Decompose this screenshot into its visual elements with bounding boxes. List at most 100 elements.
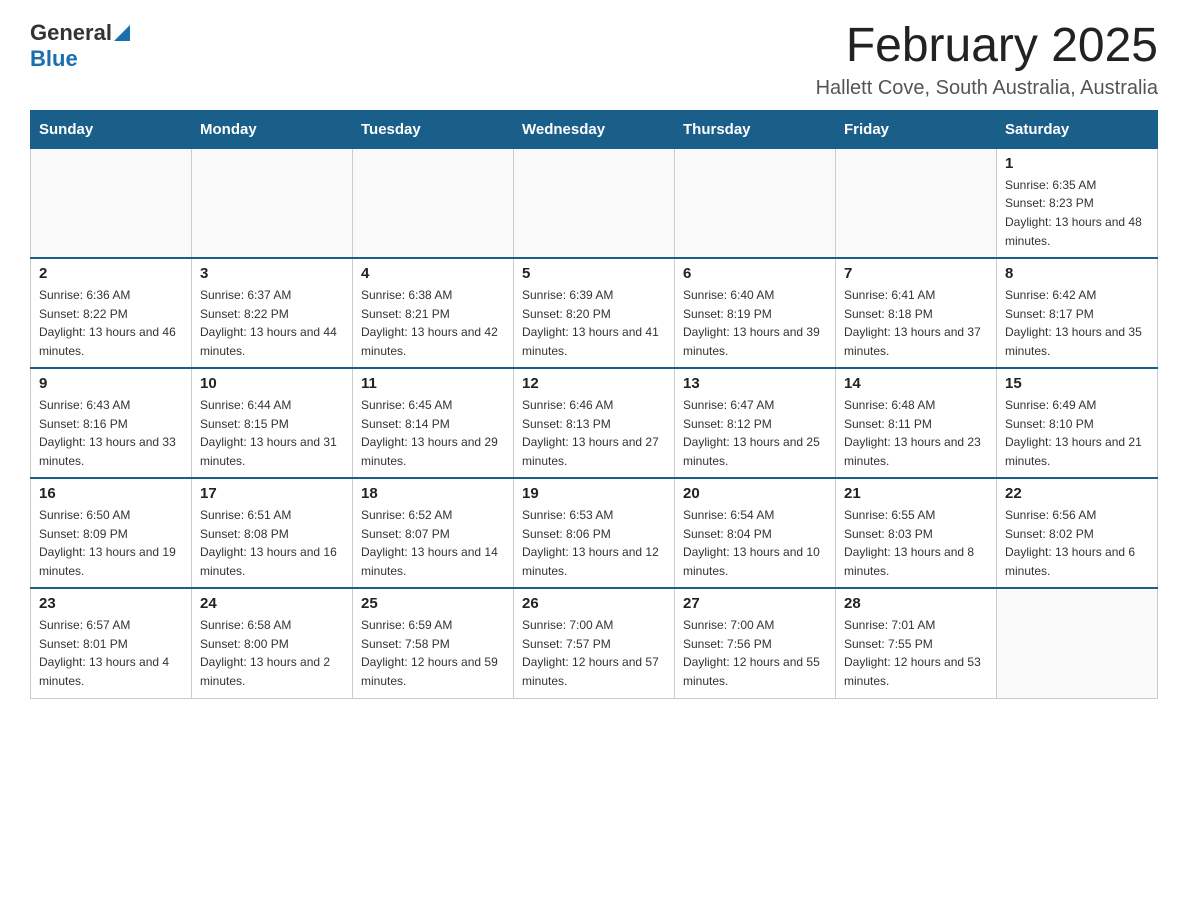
day-info: Sunrise: 7:01 AM Sunset: 7:55 PM Dayligh…	[844, 616, 988, 690]
calendar-cell	[31, 148, 192, 258]
day-info: Sunrise: 6:55 AM Sunset: 8:03 PM Dayligh…	[844, 506, 988, 580]
calendar-cell: 4Sunrise: 6:38 AM Sunset: 8:21 PM Daylig…	[353, 258, 514, 368]
day-info: Sunrise: 6:35 AM Sunset: 8:23 PM Dayligh…	[1005, 176, 1149, 250]
day-number: 10	[200, 375, 344, 392]
calendar-header-wednesday: Wednesday	[514, 110, 675, 148]
page-header: General Blue February 2025 Hallett Cove,…	[30, 20, 1158, 100]
calendar-cell: 14Sunrise: 6:48 AM Sunset: 8:11 PM Dayli…	[836, 368, 997, 478]
calendar-cell: 21 Sunrise: 6:55 AM Sunset: 8:03 PM Dayli…	[836, 478, 997, 588]
day-number: 20	[683, 485, 827, 502]
calendar-header-sunday: Sunday	[31, 110, 192, 148]
calendar-cell	[997, 588, 1158, 698]
day-number: 2	[39, 265, 183, 282]
day-number: 7	[844, 265, 988, 282]
calendar-cell: 28 Sunrise: 7:01 AM Sunset: 7:55 PM Dayli…	[836, 588, 997, 698]
calendar-cell	[192, 148, 353, 258]
calendar-week-row-2: 2 Sunrise: 6:36 AM Sunset: 8:22 PM Daylig…	[31, 258, 1158, 368]
day-info: Sunrise: 6:44 AM Sunset: 8:15 PM Dayligh…	[200, 396, 344, 470]
calendar-cell: 18 Sunrise: 6:52 AM Sunset: 8:07 PM Dayli…	[353, 478, 514, 588]
day-number: 6	[683, 265, 827, 282]
month-title: February 2025	[816, 20, 1158, 73]
day-number: 14	[844, 375, 988, 392]
day-info: Sunrise: 6:39 AM Sunset: 8:20 PM Dayligh…	[522, 286, 666, 360]
day-info: Sunrise: 6:37 AM Sunset: 8:22 PM Dayligh…	[200, 286, 344, 360]
calendar-cell: 26 Sunrise: 7:00 AM Sunset: 7:57 PM Dayli…	[514, 588, 675, 698]
calendar-cell: 22Sunrise: 6:56 AM Sunset: 8:02 PM Dayli…	[997, 478, 1158, 588]
day-number: 5	[522, 265, 666, 282]
day-info: Sunrise: 6:42 AM Sunset: 8:17 PM Dayligh…	[1005, 286, 1149, 360]
day-info: Sunrise: 6:38 AM Sunset: 8:21 PM Dayligh…	[361, 286, 505, 360]
calendar-cell: 20 Sunrise: 6:54 AM Sunset: 8:04 PM Dayli…	[675, 478, 836, 588]
day-number: 11	[361, 375, 505, 392]
calendar-header-friday: Friday	[836, 110, 997, 148]
day-number: 16	[39, 485, 183, 502]
day-info: Sunrise: 6:36 AM Sunset: 8:22 PM Dayligh…	[39, 286, 183, 360]
calendar-cell: 23 Sunrise: 6:57 AM Sunset: 8:01 PM Dayli…	[31, 588, 192, 698]
calendar-cell: 17Sunrise: 6:51 AM Sunset: 8:08 PM Dayli…	[192, 478, 353, 588]
day-info: Sunrise: 6:41 AM Sunset: 8:18 PM Dayligh…	[844, 286, 988, 360]
calendar-table: SundayMondayTuesdayWednesdayThursdayFrid…	[30, 110, 1158, 699]
day-number: 26	[522, 595, 666, 612]
day-number: 15	[1005, 375, 1149, 392]
day-number: 9	[39, 375, 183, 392]
calendar-cell: 5 Sunrise: 6:39 AM Sunset: 8:20 PM Daylig…	[514, 258, 675, 368]
day-number: 28	[844, 595, 988, 612]
calendar-header-tuesday: Tuesday	[353, 110, 514, 148]
day-number: 21	[844, 485, 988, 502]
day-number: 12	[522, 375, 666, 392]
calendar-cell	[836, 148, 997, 258]
calendar-cell: 1Sunrise: 6:35 AM Sunset: 8:23 PM Daylig…	[997, 148, 1158, 258]
day-number: 3	[200, 265, 344, 282]
day-info: Sunrise: 6:50 AM Sunset: 8:09 PM Dayligh…	[39, 506, 183, 580]
day-info: Sunrise: 6:43 AM Sunset: 8:16 PM Dayligh…	[39, 396, 183, 470]
calendar-cell: 13 Sunrise: 6:47 AM Sunset: 8:12 PM Dayli…	[675, 368, 836, 478]
day-number: 19	[522, 485, 666, 502]
day-number: 22	[1005, 485, 1149, 502]
logo-general: General	[30, 20, 112, 46]
calendar-cell: 10 Sunrise: 6:44 AM Sunset: 8:15 PM Dayli…	[192, 368, 353, 478]
calendar-cell: 3 Sunrise: 6:37 AM Sunset: 8:22 PM Daylig…	[192, 258, 353, 368]
logo-blue: Blue	[30, 46, 78, 71]
day-info: Sunrise: 6:59 AM Sunset: 7:58 PM Dayligh…	[361, 616, 505, 690]
calendar-header-row: SundayMondayTuesdayWednesdayThursdayFrid…	[31, 110, 1158, 148]
day-info: Sunrise: 7:00 AM Sunset: 7:56 PM Dayligh…	[683, 616, 827, 690]
calendar-week-row-5: 23 Sunrise: 6:57 AM Sunset: 8:01 PM Dayli…	[31, 588, 1158, 698]
day-info: Sunrise: 6:54 AM Sunset: 8:04 PM Dayligh…	[683, 506, 827, 580]
day-info: Sunrise: 6:45 AM Sunset: 8:14 PM Dayligh…	[361, 396, 505, 470]
day-info: Sunrise: 6:57 AM Sunset: 8:01 PM Dayligh…	[39, 616, 183, 690]
calendar-cell: 16 Sunrise: 6:50 AM Sunset: 8:09 PM Dayli…	[31, 478, 192, 588]
calendar-header-monday: Monday	[192, 110, 353, 148]
calendar-cell: 27 Sunrise: 7:00 AM Sunset: 7:56 PM Dayli…	[675, 588, 836, 698]
calendar-cell: 25 Sunrise: 6:59 AM Sunset: 7:58 PM Dayli…	[353, 588, 514, 698]
day-number: 8	[1005, 265, 1149, 282]
day-info: Sunrise: 7:00 AM Sunset: 7:57 PM Dayligh…	[522, 616, 666, 690]
calendar-week-row-1: 1Sunrise: 6:35 AM Sunset: 8:23 PM Daylig…	[31, 148, 1158, 258]
calendar-week-row-3: 9 Sunrise: 6:43 AM Sunset: 8:16 PM Daylig…	[31, 368, 1158, 478]
calendar-header-thursday: Thursday	[675, 110, 836, 148]
calendar-cell: 11 Sunrise: 6:45 AM Sunset: 8:14 PM Dayli…	[353, 368, 514, 478]
day-info: Sunrise: 6:40 AM Sunset: 8:19 PM Dayligh…	[683, 286, 827, 360]
day-number: 27	[683, 595, 827, 612]
calendar-cell: 8 Sunrise: 6:42 AM Sunset: 8:17 PM Daylig…	[997, 258, 1158, 368]
location-subtitle: Hallett Cove, South Australia, Australia	[816, 77, 1158, 100]
day-number: 23	[39, 595, 183, 612]
calendar-cell	[353, 148, 514, 258]
day-info: Sunrise: 6:52 AM Sunset: 8:07 PM Dayligh…	[361, 506, 505, 580]
calendar-header-saturday: Saturday	[997, 110, 1158, 148]
day-number: 25	[361, 595, 505, 612]
calendar-cell: 19Sunrise: 6:53 AM Sunset: 8:06 PM Dayli…	[514, 478, 675, 588]
day-number: 24	[200, 595, 344, 612]
calendar-cell: 6 Sunrise: 6:40 AM Sunset: 8:19 PM Daylig…	[675, 258, 836, 368]
day-info: Sunrise: 6:47 AM Sunset: 8:12 PM Dayligh…	[683, 396, 827, 470]
calendar-cell: 15 Sunrise: 6:49 AM Sunset: 8:10 PM Dayli…	[997, 368, 1158, 478]
day-number: 18	[361, 485, 505, 502]
logo: General Blue	[30, 20, 130, 72]
day-info: Sunrise: 6:51 AM Sunset: 8:08 PM Dayligh…	[200, 506, 344, 580]
day-info: Sunrise: 6:46 AM Sunset: 8:13 PM Dayligh…	[522, 396, 666, 470]
calendar-cell	[514, 148, 675, 258]
calendar-cell: 7 Sunrise: 6:41 AM Sunset: 8:18 PM Daylig…	[836, 258, 997, 368]
day-number: 13	[683, 375, 827, 392]
calendar-week-row-4: 16 Sunrise: 6:50 AM Sunset: 8:09 PM Dayli…	[31, 478, 1158, 588]
day-info: Sunrise: 6:58 AM Sunset: 8:00 PM Dayligh…	[200, 616, 344, 690]
day-info: Sunrise: 6:49 AM Sunset: 8:10 PM Dayligh…	[1005, 396, 1149, 470]
